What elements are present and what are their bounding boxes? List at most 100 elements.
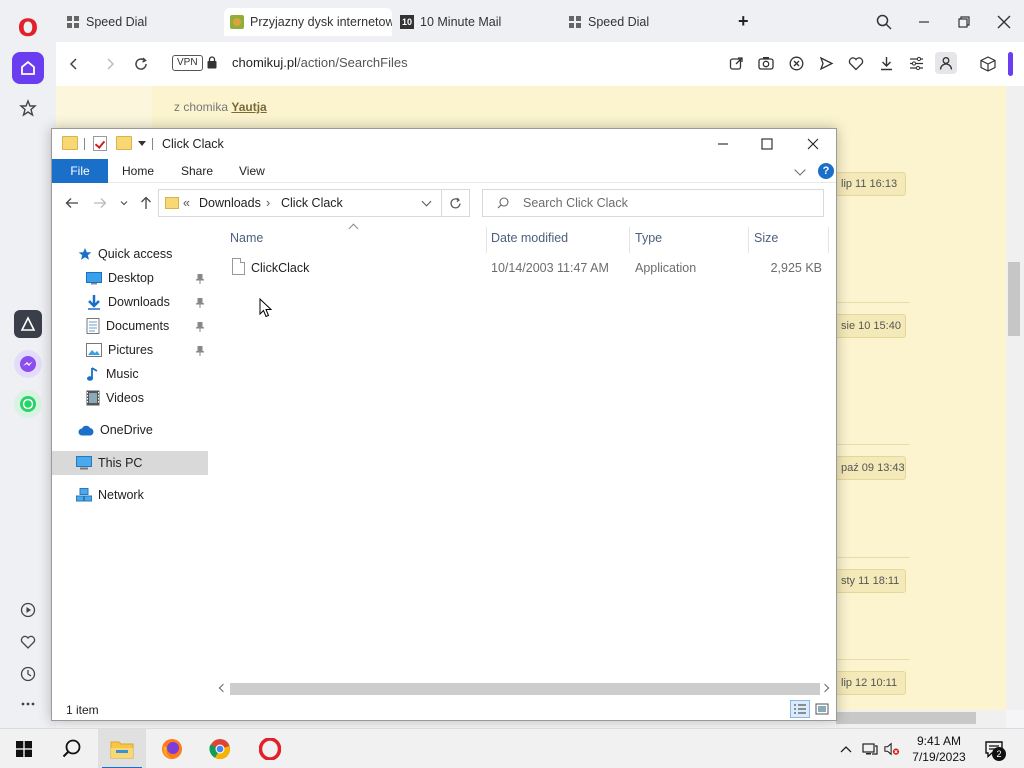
- opera-logo-icon[interactable]: O: [16, 14, 40, 42]
- column-header-size[interactable]: Size: [754, 231, 778, 245]
- properties-check-icon[interactable]: [93, 136, 107, 151]
- send-icon[interactable]: [816, 53, 836, 73]
- aria-app-icon[interactable]: [14, 310, 42, 338]
- page-horizontal-scrollbar-thumb[interactable]: [836, 712, 976, 724]
- new-tab-plus-icon[interactable]: +: [738, 12, 749, 30]
- address-overflow-chevron[interactable]: «: [183, 196, 190, 210]
- back-arrow-icon[interactable]: [62, 52, 86, 76]
- explorer-close-icon[interactable]: [790, 129, 836, 159]
- column-header-type[interactable]: Type: [635, 231, 662, 245]
- customize-toolbar-dropdown-icon[interactable]: [138, 141, 146, 146]
- column-header-name[interactable]: Name: [230, 231, 263, 245]
- close-icon[interactable]: [992, 10, 1016, 34]
- new-folder-icon[interactable]: [116, 136, 132, 150]
- download-icon[interactable]: [876, 53, 896, 73]
- lock-icon[interactable]: [207, 56, 217, 69]
- refresh-icon[interactable]: [442, 189, 470, 217]
- restore-icon[interactable]: [952, 10, 976, 34]
- vpn-badge[interactable]: VPN: [172, 55, 203, 71]
- nav-pictures[interactable]: Pictures: [86, 339, 153, 361]
- help-icon[interactable]: ?: [818, 163, 834, 179]
- chomik-user-link[interactable]: Yautja: [231, 100, 266, 114]
- pin-icon[interactable]: [196, 322, 204, 332]
- forward-arrow-icon[interactable]: [98, 52, 122, 76]
- ribbon-tab-view[interactable]: View: [239, 159, 265, 183]
- explorer-minimize-icon[interactable]: [700, 129, 746, 159]
- scroll-left-arrow-icon[interactable]: [218, 683, 228, 693]
- column-separator[interactable]: [748, 227, 749, 253]
- explorer-title-bar[interactable]: Click Clack: [52, 129, 836, 159]
- minimize-icon[interactable]: [912, 10, 936, 34]
- pin-icon[interactable]: [196, 298, 204, 308]
- search-tabs-icon[interactable]: [872, 10, 896, 34]
- easy-setup-icon[interactable]: [906, 53, 926, 73]
- large-icons-view-icon[interactable]: [812, 700, 832, 718]
- show-hidden-icons-chevron-icon[interactable]: [838, 741, 854, 757]
- address-dropdown-chevron-icon[interactable]: [421, 196, 432, 207]
- nav-videos[interactable]: Videos: [86, 387, 144, 409]
- ribbon-tab-share[interactable]: Share: [181, 159, 213, 183]
- ribbon-tab-home[interactable]: Home: [122, 159, 154, 183]
- tab-speed-dial-1[interactable]: Speed Dial: [60, 8, 220, 36]
- nav-music[interactable]: Music: [86, 363, 139, 385]
- history-clock-icon[interactable]: [16, 662, 40, 686]
- breadcrumb-downloads[interactable]: Downloads: [199, 196, 261, 210]
- page-scrollbar[interactable]: [1006, 86, 1024, 710]
- messenger-icon[interactable]: [14, 350, 42, 378]
- heart-icon[interactable]: [846, 53, 866, 73]
- whatsapp-icon[interactable]: [14, 390, 42, 418]
- nav-downloads[interactable]: Downloads: [86, 291, 170, 313]
- nav-documents[interactable]: Documents: [86, 315, 169, 337]
- player-icon[interactable]: [16, 598, 40, 622]
- opera-taskbar-icon[interactable]: [246, 729, 294, 768]
- chrome-icon[interactable]: [196, 729, 244, 768]
- nav-quick-access[interactable]: Quick access: [78, 243, 172, 265]
- column-header-date-modified[interactable]: Date modified: [491, 231, 568, 245]
- expand-ribbon-chevron-icon[interactable]: [794, 164, 806, 176]
- home-icon[interactable]: [12, 52, 44, 84]
- tab-speed-dial-2[interactable]: Speed Dial: [562, 8, 722, 36]
- file-explorer-taskbar-icon[interactable]: [98, 729, 146, 768]
- nav-network[interactable]: Network: [76, 484, 144, 506]
- ribbon-tab-file[interactable]: File: [52, 159, 108, 183]
- bookmarks-star-icon[interactable]: [12, 92, 44, 124]
- heart-icon[interactable]: [16, 630, 40, 654]
- adblock-icon[interactable]: [786, 53, 806, 73]
- taskbar-search-icon[interactable]: [48, 729, 96, 768]
- camera-icon[interactable]: [756, 53, 776, 73]
- profile-icon[interactable]: [935, 52, 957, 74]
- system-clock[interactable]: 9:41 AM 7/19/2023: [904, 733, 974, 765]
- recent-locations-chevron-icon[interactable]: [114, 193, 134, 213]
- tab-10-minute-mail[interactable]: 10 10 Minute Mail: [394, 8, 554, 36]
- reload-icon[interactable]: [129, 52, 153, 76]
- firefox-icon[interactable]: [148, 729, 196, 768]
- explorer-maximize-icon[interactable]: [744, 129, 790, 159]
- explorer-forward-icon[interactable]: [90, 193, 110, 213]
- network-tray-icon[interactable]: [862, 741, 878, 757]
- start-windows-icon[interactable]: [0, 729, 48, 768]
- page-scrollbar-thumb[interactable]: [1008, 262, 1020, 336]
- volume-muted-icon[interactable]: [884, 741, 900, 757]
- extensions-cube-icon[interactable]: [976, 52, 1000, 76]
- nav-onedrive[interactable]: OneDrive: [78, 419, 153, 441]
- tab-chomikuj[interactable]: Przyjazny dysk internetow: [224, 8, 392, 36]
- column-separator[interactable]: [828, 227, 829, 253]
- pin-icon[interactable]: [196, 274, 204, 284]
- horizontal-scrollbar-thumb[interactable]: [230, 683, 820, 695]
- nav-desktop[interactable]: Desktop: [86, 267, 154, 289]
- file-name[interactable]: ClickClack: [251, 261, 309, 275]
- explorer-back-icon[interactable]: [62, 193, 82, 213]
- share-icon[interactable]: [726, 53, 746, 73]
- url-field[interactable]: chomikuj.pl/action/SearchFiles: [232, 55, 408, 70]
- details-view-icon[interactable]: [790, 700, 810, 718]
- more-dots-icon[interactable]: [16, 692, 40, 716]
- nav-this-pc[interactable]: This PC: [76, 452, 142, 474]
- search-input[interactable]: Search Click Clack: [482, 189, 824, 217]
- pin-icon[interactable]: [196, 346, 204, 356]
- column-separator[interactable]: [629, 227, 630, 253]
- column-separator[interactable]: [486, 227, 487, 253]
- address-bar[interactable]: « Downloads › Click Clack: [158, 189, 442, 217]
- scroll-right-arrow-icon[interactable]: [820, 683, 830, 693]
- breadcrumb-click-clack[interactable]: Click Clack: [281, 196, 343, 210]
- file-list-horizontal-scrollbar[interactable]: [218, 681, 836, 699]
